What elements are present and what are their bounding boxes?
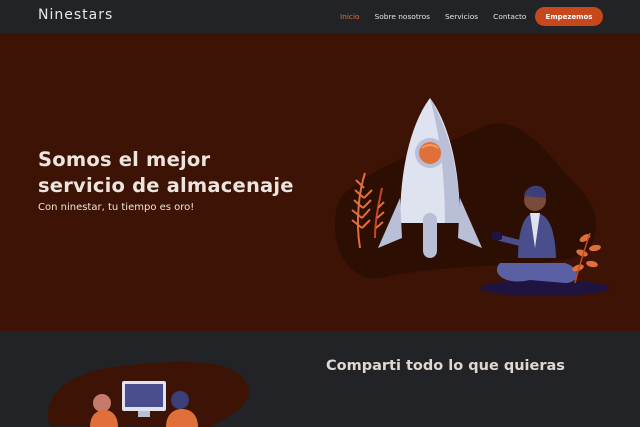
hero-section: Somos el mejor servicio de almacenaje Co… — [0, 33, 640, 331]
hero-title: Somos el mejor servicio de almacenaje — [38, 147, 338, 199]
people-at-computer-illustration — [48, 361, 250, 427]
nav-link-contacto[interactable]: Contacto — [493, 12, 526, 21]
nav-links: Inicio Sobre nosotros Servicios Contacto — [340, 12, 541, 21]
nav-link-servicios[interactable]: Servicios — [445, 12, 478, 21]
brand-logo[interactable]: Ninestars — [38, 7, 113, 23]
navbar: Ninestars Inicio Sobre nosotros Servicio… — [0, 0, 640, 33]
hero-blob — [334, 123, 597, 279]
section-title: Comparti todo lo que quieras — [326, 358, 565, 374]
nav-link-sobre-nosotros[interactable]: Sobre nosotros — [375, 12, 430, 21]
hero-subtitle: Con ninestar, tu tiempo es oro! — [38, 202, 195, 213]
rocket-illustration — [334, 98, 610, 296]
nav-link-inicio[interactable]: Inicio — [340, 12, 360, 21]
features-section: Comparti todo lo que quieras — [0, 331, 640, 427]
hero-title-line-2: servicio de almacenaje — [38, 174, 294, 197]
empezemos-button[interactable]: Empezemos — [535, 7, 603, 26]
hero-title-line-1: Somos el mejor — [38, 148, 211, 171]
